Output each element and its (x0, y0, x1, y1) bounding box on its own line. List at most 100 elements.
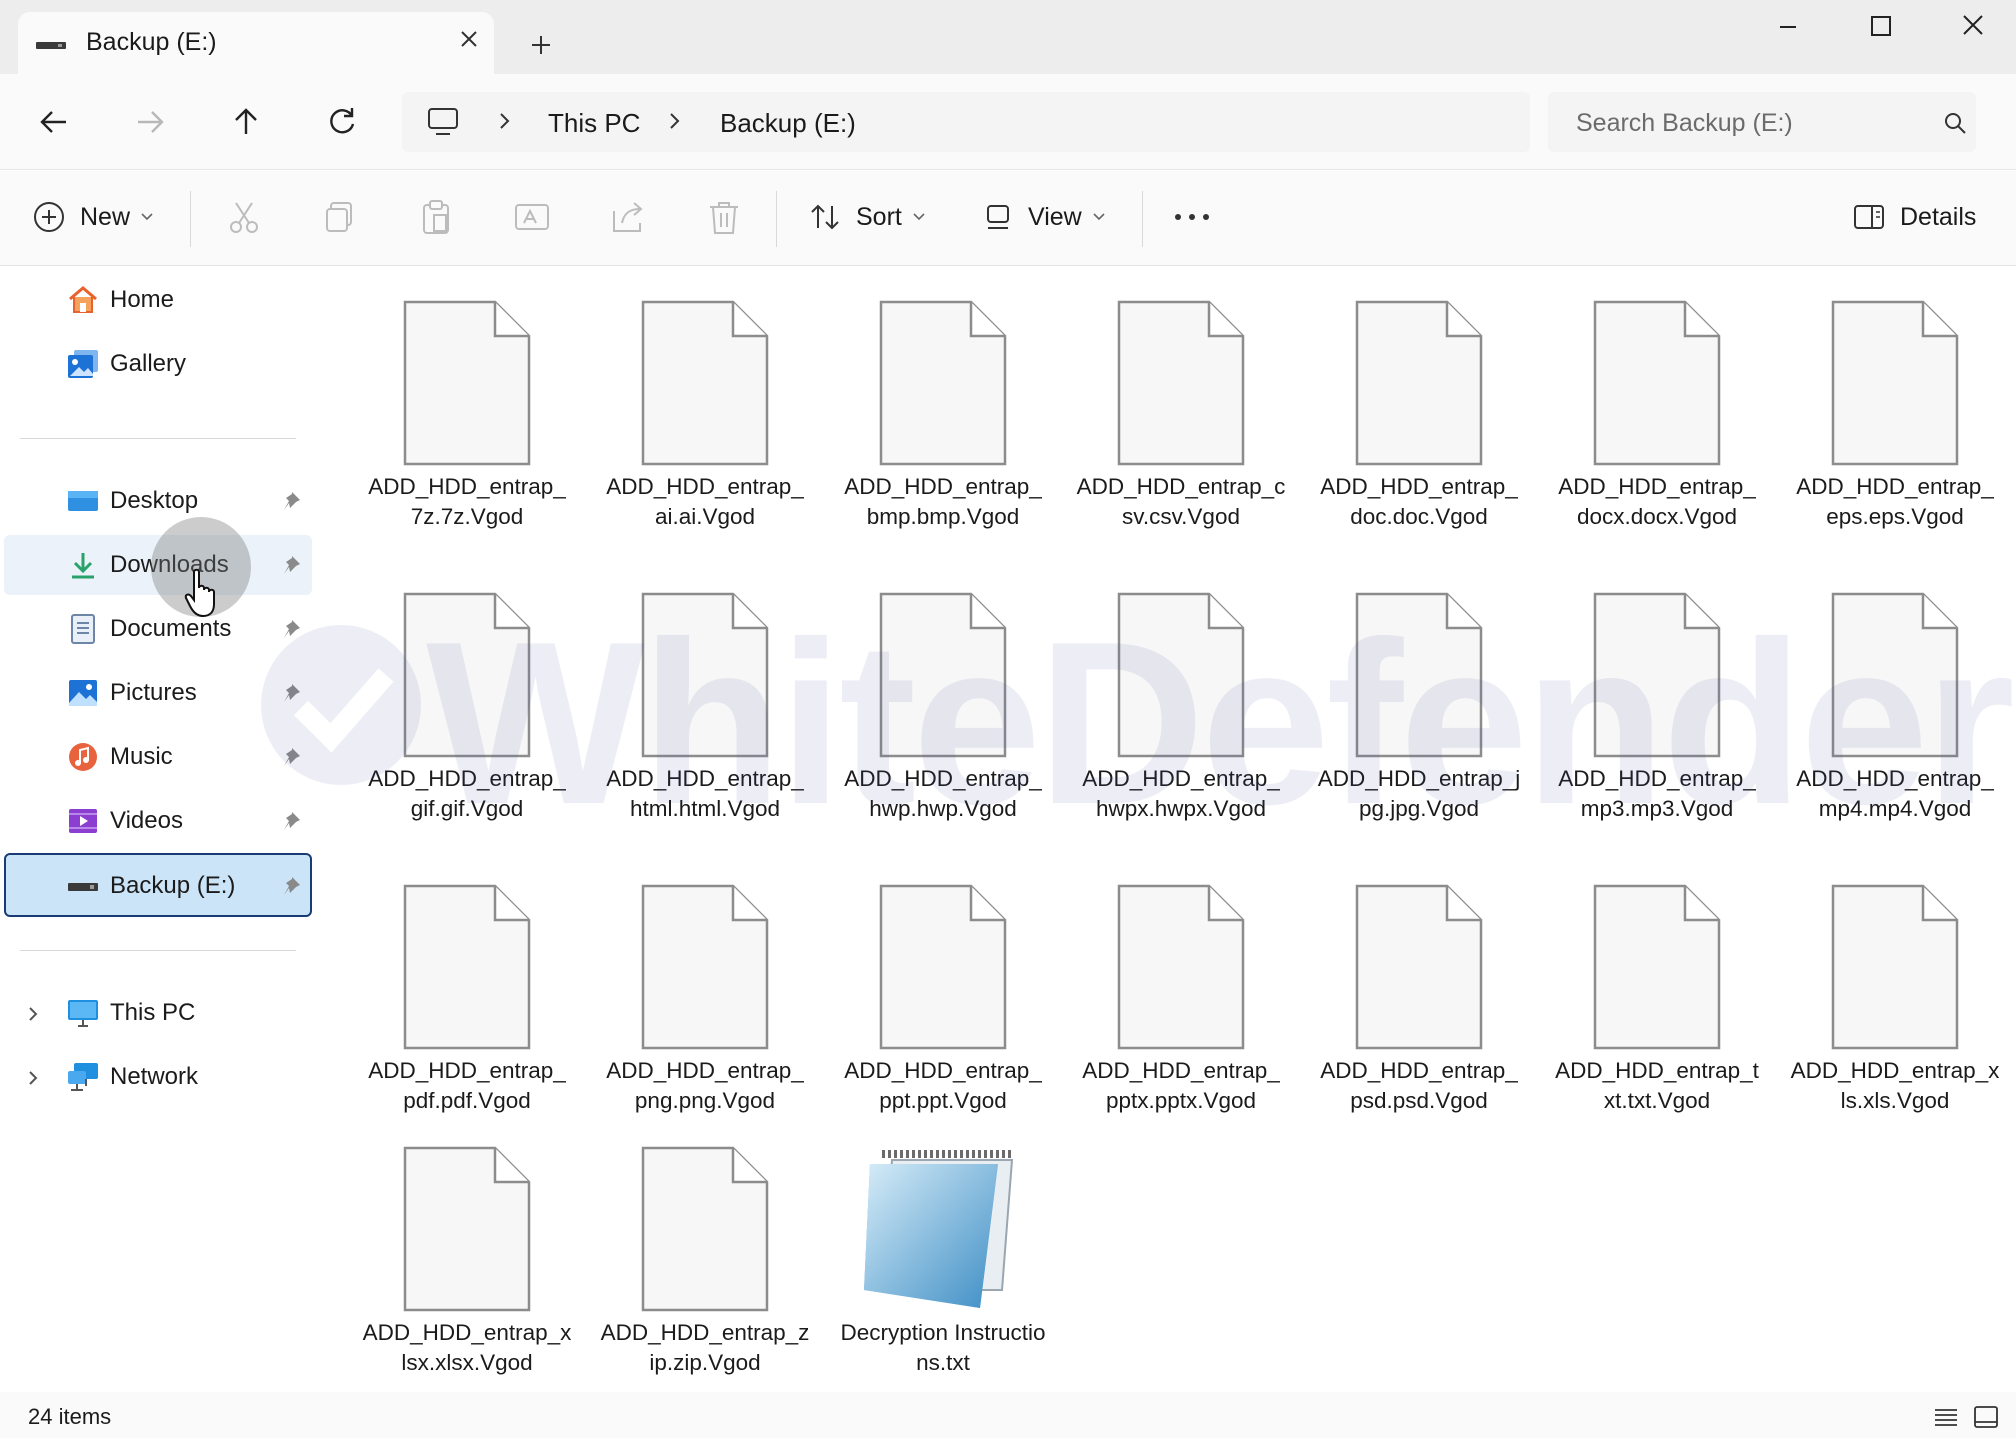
sidebar-item-pictures[interactable]: Pictures (4, 663, 312, 723)
file-item[interactable]: ADD_HDD_entrap_bmp.bmp.Vgod (838, 290, 1048, 570)
sort-icon (811, 204, 839, 230)
network-icon (68, 1063, 98, 1091)
details-view-icon[interactable] (1932, 1404, 1960, 1430)
breadcrumb-this-pc[interactable]: This PC (548, 108, 640, 139)
sidebar-item-label: Pictures (110, 679, 197, 706)
pictures-icon (69, 680, 97, 706)
share-icon[interactable] (606, 195, 650, 239)
file-item[interactable]: ADD_HDD_entrap_hwp.hwp.Vgod (838, 582, 1048, 862)
sidebar-item-backup-e[interactable]: Backup (E:) (4, 853, 312, 917)
file-item[interactable]: ADD_HDD_entrap_zip.zip.Vgod (600, 1136, 810, 1416)
file-item[interactable]: ADD_HDD_entrap_doc.doc.Vgod (1314, 290, 1524, 570)
file-item[interactable]: ADD_HDD_entrap_png.png.Vgod (600, 874, 810, 1154)
sidebar-item-label: Gallery (110, 350, 187, 377)
file-item[interactable]: ADD_HDD_entrap_pdf.pdf.Vgod (362, 874, 572, 1154)
back-icon[interactable] (32, 100, 76, 144)
file-item[interactable]: ADD_HDD_entrap_docx.docx.Vgod (1552, 290, 1762, 570)
file-name: ADD_HDD_entrap_mp4.mp4.Vgod (1796, 766, 1994, 821)
file-name: ADD_HDD_entrap_ai.ai.Vgod (606, 474, 804, 529)
pin-icon[interactable] (282, 618, 302, 640)
search-input[interactable]: Search Backup (E:) (1576, 109, 1793, 138)
up-icon[interactable] (224, 100, 268, 144)
chevron-right-icon[interactable] (666, 110, 682, 132)
file-item[interactable]: ADD_HDD_entrap_xls.xls.Vgod (1790, 874, 2000, 1154)
sidebar-item-gallery[interactable]: Gallery (4, 334, 312, 394)
pin-icon[interactable] (282, 810, 302, 832)
copy-icon[interactable] (318, 195, 362, 239)
file-item[interactable]: ADD_HDD_entrap_mp4.mp4.Vgod (1790, 582, 2000, 862)
file-item[interactable]: ADD_HDD_entrap_gif.gif.Vgod (362, 582, 572, 862)
see-more-button[interactable] (1172, 193, 1212, 241)
address-bar[interactable]: This PC Backup (E:) (402, 92, 1530, 152)
pin-icon[interactable] (282, 746, 302, 768)
refresh-icon[interactable] (320, 100, 364, 144)
sidebar-item-home[interactable]: Home (4, 270, 312, 330)
chevron-down-icon (141, 213, 153, 221)
sidebar-item-videos[interactable]: Videos (4, 791, 312, 851)
sort-button[interactable]: Sort (808, 193, 926, 241)
generic-file-icon (403, 592, 531, 758)
close-tab-icon[interactable] (454, 24, 484, 54)
pin-icon[interactable] (282, 875, 302, 897)
cut-icon[interactable] (222, 195, 266, 239)
pin-icon[interactable] (282, 554, 302, 576)
details-label: Details (1900, 202, 1977, 231)
divider (20, 950, 296, 951)
file-name: ADD_HDD_entrap_html.html.Vgod (606, 766, 804, 821)
file-name: ADD_HDD_entrap_ppt.ppt.Vgod (844, 1058, 1042, 1113)
drive-icon (36, 42, 66, 49)
file-item[interactable]: ADD_HDD_entrap_xlsx.xlsx.Vgod (362, 1136, 572, 1416)
paste-icon[interactable] (414, 195, 458, 239)
sidebar-item-desktop[interactable]: Desktop (4, 471, 312, 531)
file-item[interactable]: ADD_HDD_entrap_txt.txt.Vgod (1552, 874, 1762, 1154)
file-item[interactable]: ADD_HDD_entrap_hwpx.hwpx.Vgod (1076, 582, 1286, 862)
breadcrumb-backup-e[interactable]: Backup (E:) (720, 108, 856, 139)
computer-icon[interactable] (426, 106, 460, 138)
maximize-icon[interactable] (1850, 8, 1910, 48)
close-window-icon[interactable] (1942, 8, 2002, 48)
generic-file-icon (1117, 592, 1245, 758)
notepad-file-icon (864, 1150, 1014, 1308)
generic-file-icon (879, 592, 1007, 758)
chevron-down-icon (913, 213, 925, 221)
file-item[interactable]: ADD_HDD_entrap_csv.csv.Vgod (1076, 290, 1286, 570)
search-box[interactable]: Search Backup (E:) (1548, 92, 1976, 152)
file-item[interactable]: ADD_HDD_entrap_ai.ai.Vgod (600, 290, 810, 570)
tab-backup-e[interactable]: Backup (E:) (18, 12, 494, 74)
sidebar-item-network[interactable]: Network (30, 1047, 312, 1107)
file-item[interactable]: ADD_HDD_entrap_pptx.pptx.Vgod (1076, 874, 1286, 1154)
rename-icon[interactable] (510, 195, 554, 239)
file-item[interactable]: ADD_HDD_entrap_psd.psd.Vgod (1314, 874, 1524, 1154)
file-name: ADD_HDD_entrap_pdf.pdf.Vgod (368, 1058, 566, 1113)
file-item[interactable]: ADD_HDD_entrap_jpg.jpg.Vgod (1314, 582, 1524, 862)
large-icons-view-icon[interactable] (1972, 1404, 2000, 1430)
file-item[interactable]: Decryption Instructions.txt (838, 1136, 1048, 1416)
documents-icon (71, 614, 95, 644)
file-item[interactable]: ADD_HDD_entrap_7z.7z.Vgod (362, 290, 572, 570)
search-icon (1945, 113, 1966, 134)
this-pc-icon (68, 1000, 98, 1027)
hand-cursor-icon (184, 568, 215, 618)
view-button[interactable]: View (984, 193, 1106, 241)
generic-file-icon (1117, 300, 1245, 466)
minimize-icon[interactable] (1758, 8, 1818, 48)
delete-icon[interactable] (702, 195, 746, 239)
details-pane-button[interactable]: Details (1852, 193, 1976, 241)
pin-icon[interactable] (282, 490, 302, 512)
chevron-right-icon[interactable] (496, 110, 512, 132)
file-item[interactable]: ADD_HDD_entrap_ppt.ppt.Vgod (838, 874, 1048, 1154)
new-button[interactable]: New (32, 193, 154, 241)
file-list: ADD_HDD_entrap_7z.7z.Vgod ADD_HDD_entrap_… (316, 267, 2016, 1392)
pin-icon[interactable] (282, 682, 302, 704)
file-name: ADD_HDD_entrap_xlsx.xlsx.Vgod (362, 1320, 572, 1375)
sidebar-item-documents[interactable]: Documents (4, 599, 312, 659)
generic-file-icon (1831, 592, 1959, 758)
file-name: ADD_HDD_entrap_eps.eps.Vgod (1796, 474, 1994, 529)
forward-icon[interactable] (128, 100, 172, 144)
sidebar-item-this-pc[interactable]: This PC (30, 983, 312, 1043)
file-item[interactable]: ADD_HDD_entrap_html.html.Vgod (600, 582, 810, 862)
file-item[interactable]: ADD_HDD_entrap_eps.eps.Vgod (1790, 290, 2000, 570)
file-item[interactable]: ADD_HDD_entrap_mp3.mp3.Vgod (1552, 582, 1762, 862)
sidebar-item-music[interactable]: Music (4, 727, 312, 787)
new-tab-icon[interactable] (524, 28, 558, 62)
